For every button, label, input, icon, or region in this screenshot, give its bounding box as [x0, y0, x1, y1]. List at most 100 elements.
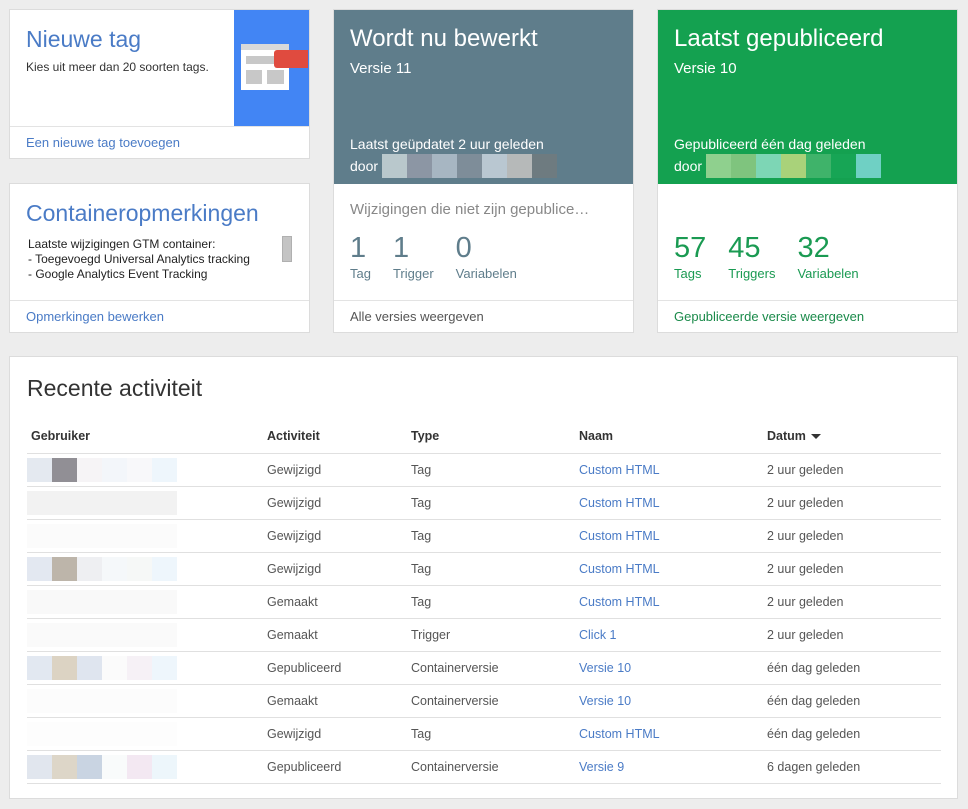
activity-cell: Gewijzigd	[263, 717, 407, 751]
recent-activity-title: Recente activiteit	[27, 375, 203, 401]
date-cell: één dag geleden	[763, 651, 941, 685]
stat-triggers[interactable]: 45 Triggers	[728, 232, 775, 281]
stat-number: 1	[392, 232, 410, 264]
published-by: door	[674, 154, 882, 178]
type-cell: Tag	[407, 717, 575, 751]
stat-tags[interactable]: 1 Tag	[350, 232, 371, 281]
notes-line: -	[28, 282, 288, 287]
activity-cell: Gewijzigd	[263, 486, 407, 520]
new-tag-description: Kies uit meer dan 20 soorten tags.	[26, 60, 209, 74]
table-row: Gemaakt Trigger Click 12 uur geleden	[27, 618, 941, 652]
workspace-version: Versie 11	[350, 60, 412, 77]
date-cell: 2 uur geleden	[763, 453, 941, 487]
redacted-user-avatar	[27, 688, 263, 713]
activity-cell: Gewijzigd	[263, 453, 407, 487]
user-cell	[27, 519, 263, 553]
name-cell[interactable]: Custom HTML	[575, 585, 763, 619]
activity-cell: Gemaakt	[263, 618, 407, 652]
type-cell: Tag	[407, 519, 575, 553]
table-row: Gewijzigd Tag Custom HTML 2 uur geleden	[27, 453, 941, 487]
date-cell: één dag geleden	[763, 717, 941, 751]
published-header: Laatst gepubliceerd Versie 10 Gepublicee…	[658, 10, 957, 184]
stat-label: Variabelen	[797, 266, 859, 281]
activity-cell: Gewijzigd	[263, 519, 407, 553]
published-updated: Gepubliceerd één dag geleden door	[674, 135, 882, 178]
stat-label: Tag	[350, 266, 371, 281]
date-cell: één dag geleden	[763, 684, 941, 718]
stat-triggers[interactable]: 1 Trigger	[393, 232, 434, 281]
workspace-updated: Laatst geüpdatet 2 uur geleden door	[350, 135, 558, 178]
published-card: Laatst gepubliceerd Versie 10 Gepublicee…	[658, 10, 957, 332]
user-cell	[27, 750, 263, 784]
name-cell[interactable]: Custom HTML	[575, 519, 763, 553]
stat-variables[interactable]: 32 Variabelen	[797, 232, 858, 281]
unpublished-stats: 1 Tag 1 Trigger 0 Variabelen	[350, 232, 539, 281]
stat-label: Trigger	[392, 266, 434, 281]
notes-line: Laatste wijzigingen GTM container:	[28, 237, 216, 251]
new-tag-footer: Een nieuwe tag toevoegen	[10, 126, 309, 158]
name-cell[interactable]: Versie 10	[575, 684, 763, 718]
workspace-card: Wordt nu bewerkt Versie 11 Laatst geüpda…	[334, 10, 633, 332]
date-cell: 2 uur geleden	[763, 486, 941, 520]
type-cell: Tag	[407, 486, 575, 520]
name-cell[interactable]: Versie 9	[575, 750, 763, 784]
by-label: door	[674, 157, 703, 174]
user-cell	[27, 651, 263, 685]
table-row: Gewijzigd Tag Custom HTML één dag geleden	[27, 717, 941, 751]
redacted-user-avatar	[27, 721, 263, 746]
activity-cell: Gemaakt	[263, 684, 407, 718]
workspace-updated-by: door	[350, 154, 558, 178]
redacted-user-name	[382, 154, 558, 178]
type-cell: Tag	[407, 552, 575, 586]
notes-scrollbar[interactable]	[282, 236, 292, 262]
table-row: Gepubliceerd Containerversie Versie 10 één …	[27, 651, 941, 685]
stat-number: 0	[455, 232, 472, 264]
date-cell: 2 uur geleden	[763, 585, 941, 619]
published-title: Laatst gepubliceerd	[674, 25, 884, 52]
notes-line: - Toegevoegd Universal Analytics trackin…	[28, 252, 250, 266]
header-type[interactable]: Type	[407, 420, 575, 454]
workspace-title: Wordt nu bewerkt	[350, 25, 538, 52]
activity-cell: Gemaakt	[263, 585, 407, 619]
type-cell: Tag	[407, 453, 575, 487]
type-cell: Containerversie	[407, 750, 575, 784]
name-cell[interactable]: Custom HTML	[575, 486, 763, 520]
name-cell[interactable]: Custom HTML	[575, 453, 763, 487]
stat-number: 57	[674, 232, 707, 264]
header-date-label: Datum	[767, 429, 806, 444]
container-notes-text: Laatste wijzigingen GTM container: - Toe…	[28, 237, 288, 287]
table-row: Gemaakt Containerversie Versie 10 één dag g…	[27, 684, 941, 718]
by-label: door	[350, 157, 379, 174]
recent-activity-card: Recente activiteit Gebruiker Activiteit …	[10, 357, 957, 798]
table-row: Gewijzigd Tag Custom HTML 2 uur geleden	[27, 519, 941, 553]
container-notes-title[interactable]: Containeropmerkingen	[26, 200, 259, 227]
header-user[interactable]: Gebruiker	[27, 420, 263, 454]
view-all-versions-link[interactable]: Alle versies weergeven	[350, 309, 484, 324]
name-cell[interactable]: Custom HTML	[575, 552, 763, 586]
new-tag-title[interactable]: Nieuwe tag	[26, 26, 141, 53]
name-cell[interactable]: Custom HTML	[575, 717, 763, 751]
name-cell[interactable]: Click 1	[575, 618, 763, 652]
stat-number: 45	[728, 232, 761, 264]
view-published-version-link[interactable]: Gepubliceerde versie weergeven	[674, 309, 864, 324]
stat-number: 1	[350, 232, 367, 264]
activity-table: Gebruiker Activiteit Type Naam Datum Gew…	[27, 420, 941, 784]
stat-tags[interactable]: 57 Tags	[674, 232, 706, 281]
published-stats: 57 Tags 45 Triggers 32 Variabelen	[674, 232, 881, 281]
header-date[interactable]: Datum	[763, 420, 941, 454]
user-cell	[27, 552, 263, 586]
workspace-updated-text: Laatst geüpdatet 2 uur geleden	[350, 136, 544, 152]
name-cell[interactable]: Versie 10	[575, 651, 763, 685]
user-cell	[27, 585, 263, 619]
notes-line: - Google Analytics Event Tracking	[28, 267, 208, 281]
type-cell: Trigger	[407, 618, 575, 652]
header-name[interactable]: Naam	[575, 420, 763, 454]
edit-notes-link[interactable]: Opmerkingen bewerken	[26, 309, 164, 324]
user-cell	[27, 453, 263, 487]
stat-variables[interactable]: 0 Variabelen	[456, 232, 517, 281]
sort-desc-icon	[810, 434, 821, 440]
header-activity[interactable]: Activiteit	[263, 420, 407, 454]
table-row: Gewijzigd Tag Custom HTML 2 uur geleden	[27, 486, 941, 520]
unpublished-changes-label: Wijzigingen die niet zijn gepublice…	[350, 201, 590, 218]
add-new-tag-link[interactable]: Een nieuwe tag toevoegen	[26, 135, 180, 150]
